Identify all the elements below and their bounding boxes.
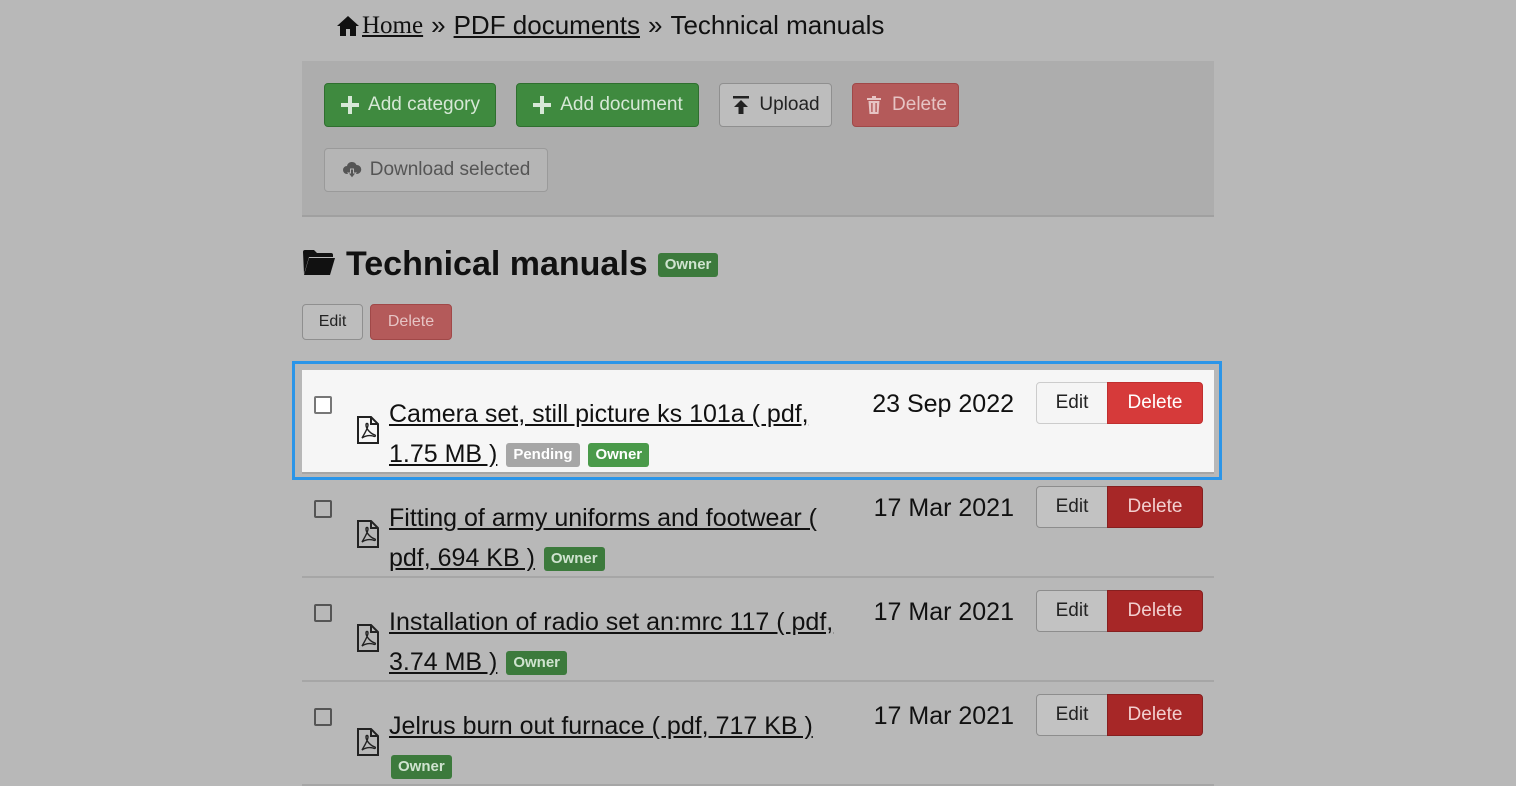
select-checkbox[interactable] — [314, 604, 332, 622]
pdf-file-icon — [356, 728, 380, 756]
owner-badge: Owner — [506, 651, 568, 675]
document-link[interactable]: Jelrus burn out furnace ( pdf, 717 KB ) — [389, 712, 813, 740]
delete-button[interactable]: Delete — [1107, 382, 1203, 424]
edit-button[interactable]: Edit — [1036, 694, 1108, 736]
list-item: Installation of radio set an:mrc 117 ( p… — [302, 578, 1214, 682]
pdf-file-icon — [356, 416, 380, 444]
document-title: Jelrus burn out furnace ( pdf, 717 KB ) … — [389, 706, 849, 786]
edit-button[interactable]: Edit — [1036, 590, 1108, 632]
list-item: Fitting of army uniforms and footwear ( … — [302, 474, 1214, 578]
breadcrumb: Home » PDF documents » Technical manuals — [336, 10, 884, 41]
list-item: Jelrus burn out furnace ( pdf, 717 KB ) … — [302, 682, 1214, 786]
add-category-label: Add category — [368, 94, 480, 115]
breadcrumb-pdf-documents-link[interactable]: PDF documents — [454, 10, 640, 41]
breadcrumb-current: Technical manuals — [670, 10, 885, 40]
trash-icon — [864, 95, 884, 115]
folder-icon — [302, 248, 336, 281]
add-document-button[interactable]: Add document — [516, 83, 699, 127]
page-title: Technical manuals — [346, 245, 648, 283]
delete-button[interactable]: Delete — [1107, 590, 1203, 632]
add-category-button[interactable]: Add category — [324, 83, 496, 127]
breadcrumb-separator: » — [647, 10, 663, 40]
edit-button[interactable]: Edit — [1036, 382, 1108, 424]
document-date: 17 Mar 2021 — [873, 598, 1014, 626]
delete-label: Delete — [892, 94, 947, 115]
document-link[interactable]: Installation of radio set an:mrc 117 ( p… — [389, 608, 833, 676]
document-date: 17 Mar 2021 — [873, 494, 1014, 522]
delete-button[interactable]: Delete — [1107, 694, 1203, 736]
document-title: Camera set, still picture ks 101a ( pdf,… — [389, 394, 849, 474]
delete-button[interactable]: Delete — [852, 83, 959, 127]
document-date: 17 Mar 2021 — [873, 702, 1014, 730]
category-heading: Technical manuals Owner — [302, 245, 719, 284]
pdf-file-icon — [356, 624, 380, 652]
home-icon[interactable] — [336, 14, 360, 38]
plus-icon — [532, 95, 552, 115]
upload-button[interactable]: Upload — [719, 83, 832, 127]
category-edit-button[interactable]: Edit — [302, 304, 363, 340]
upload-icon — [731, 95, 751, 115]
cloud-download-icon — [342, 160, 362, 180]
document-date: 23 Sep 2022 — [872, 390, 1014, 418]
delete-button[interactable]: Delete — [1107, 486, 1203, 528]
upload-label: Upload — [759, 94, 820, 115]
document-title: Fitting of army uniforms and footwear ( … — [389, 498, 849, 578]
breadcrumb-separator: » — [431, 10, 446, 40]
select-checkbox[interactable] — [314, 708, 332, 726]
pending-badge: Pending — [506, 443, 580, 467]
pdf-file-icon — [356, 520, 380, 548]
download-selected-label: Download selected — [369, 159, 531, 180]
owner-badge: Owner — [391, 755, 452, 779]
list-item: Camera set, still picture ks 101a ( pdf,… — [302, 370, 1214, 474]
download-selected-button[interactable]: Download selected — [324, 148, 548, 192]
owner-badge: Owner — [543, 547, 605, 571]
owner-badge: Owner — [588, 443, 650, 467]
category-delete-button[interactable]: Delete — [370, 304, 452, 340]
owner-badge: Owner — [657, 252, 719, 277]
document-title: Installation of radio set an:mrc 117 ( p… — [389, 602, 849, 682]
toolbar: Add category Add document Upload Delete … — [302, 61, 1214, 217]
plus-icon — [340, 95, 360, 115]
select-checkbox[interactable] — [314, 500, 332, 518]
edit-button[interactable]: Edit — [1036, 486, 1108, 528]
add-document-label: Add document — [560, 94, 683, 115]
breadcrumb-home-link[interactable]: Home — [362, 12, 423, 40]
select-checkbox[interactable] — [314, 396, 332, 414]
